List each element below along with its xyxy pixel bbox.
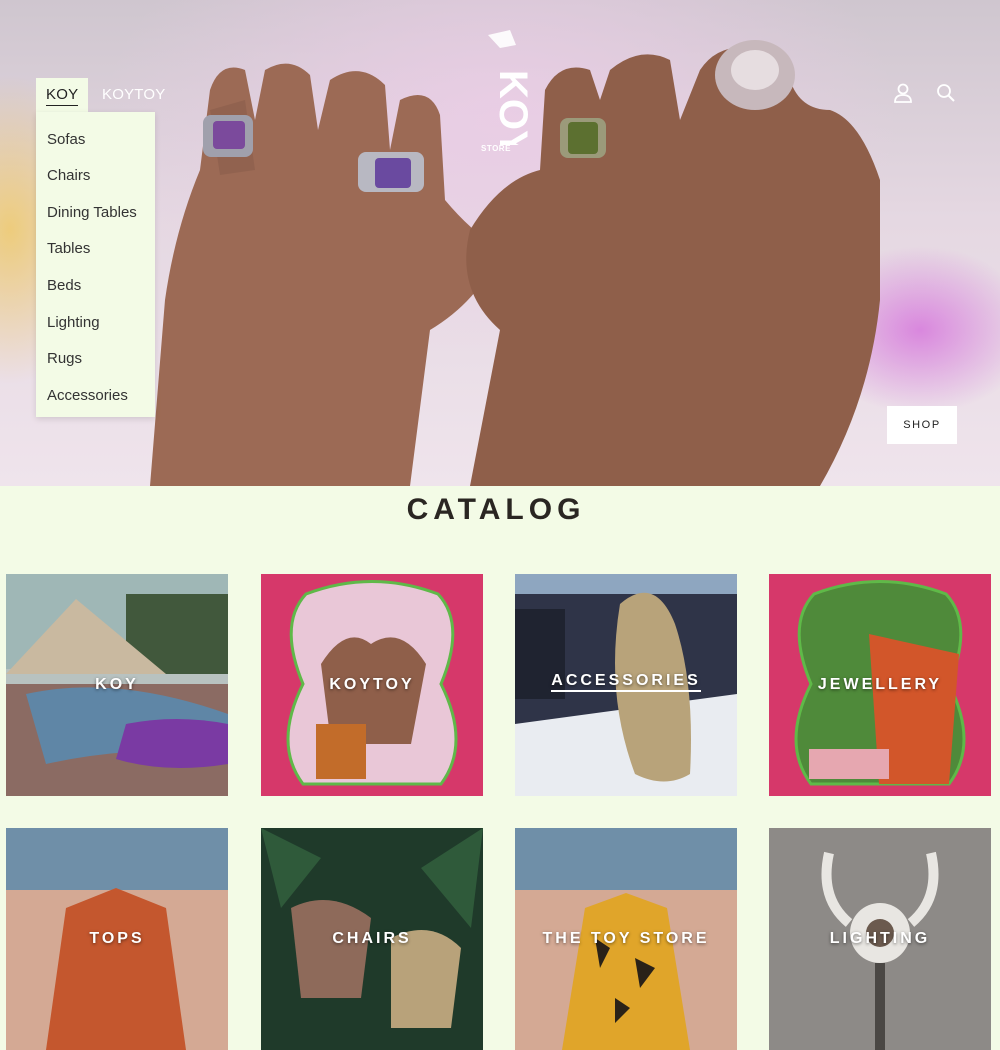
tile-label: KOYTOY [329, 676, 415, 693]
catalog-tile-accessories[interactable]: ACCESSORIES [515, 574, 737, 796]
dropdown-item-dining-tables[interactable]: Dining Tables [47, 203, 137, 223]
logo-subtext: STORE [481, 144, 511, 153]
tile-label: LIGHTING [829, 930, 931, 947]
nav-item-koytoy[interactable]: KOYTOY [92, 78, 175, 112]
tile-label-text: ACCESSORIES [551, 672, 701, 692]
catalog-tile-the-toy-store[interactable]: THE TOY STORE [515, 828, 737, 1050]
tile-label: TOPS [89, 930, 145, 947]
catalog-tile-tops[interactable]: TOPS [6, 828, 228, 1050]
tile-label: JEWELLERY [817, 676, 943, 693]
catalog-tile-jewellery[interactable]: JEWELLERY [769, 574, 991, 796]
catalog-tile-koy[interactable]: KOY [6, 574, 228, 796]
dropdown-item-beds[interactable]: Beds [47, 276, 81, 296]
tile-label: THE TOY STORE [542, 930, 710, 947]
logo-mark: KOY [488, 30, 535, 157]
tile-label: CHAIRS [332, 930, 412, 947]
dropdown-item-sofas[interactable]: Sofas [47, 130, 85, 150]
catalog-tile-lighting[interactable]: LIGHTING [769, 828, 991, 1050]
logo-text: KOY [491, 70, 530, 145]
dropdown-item-tables[interactable]: Tables [47, 239, 90, 259]
shop-button[interactable]: SHOP [887, 406, 957, 444]
account-icon[interactable] [892, 82, 914, 104]
nav-active-underline [46, 105, 79, 106]
tile-label: ACCESSORIES [515, 672, 737, 692]
dropdown-item-rugs[interactable]: Rugs [47, 349, 82, 369]
site-logo[interactable]: KOY STORE [470, 30, 535, 160]
dropdown-item-chairs[interactable]: Chairs [47, 166, 90, 186]
search-icon[interactable] [935, 82, 957, 104]
dropdown-item-accessories[interactable]: Accessories [47, 386, 128, 406]
catalog-tile-koytoy[interactable]: KOYTOY [261, 574, 483, 796]
tile-label: KOY [95, 676, 139, 693]
nav-dropdown-menu: Sofas Chairs Dining Tables Tables Beds L… [36, 112, 155, 417]
catalog-title: CATALOG [406, 493, 586, 526]
dropdown-item-lighting[interactable]: Lighting [47, 313, 100, 333]
nav-item-koy-label: KOY [46, 86, 79, 103]
nav-item-koytoy-label: KOYTOY [102, 86, 166, 103]
catalog-tile-chairs[interactable]: CHAIRS [261, 828, 483, 1050]
nav-item-koy[interactable]: KOY [36, 78, 89, 112]
